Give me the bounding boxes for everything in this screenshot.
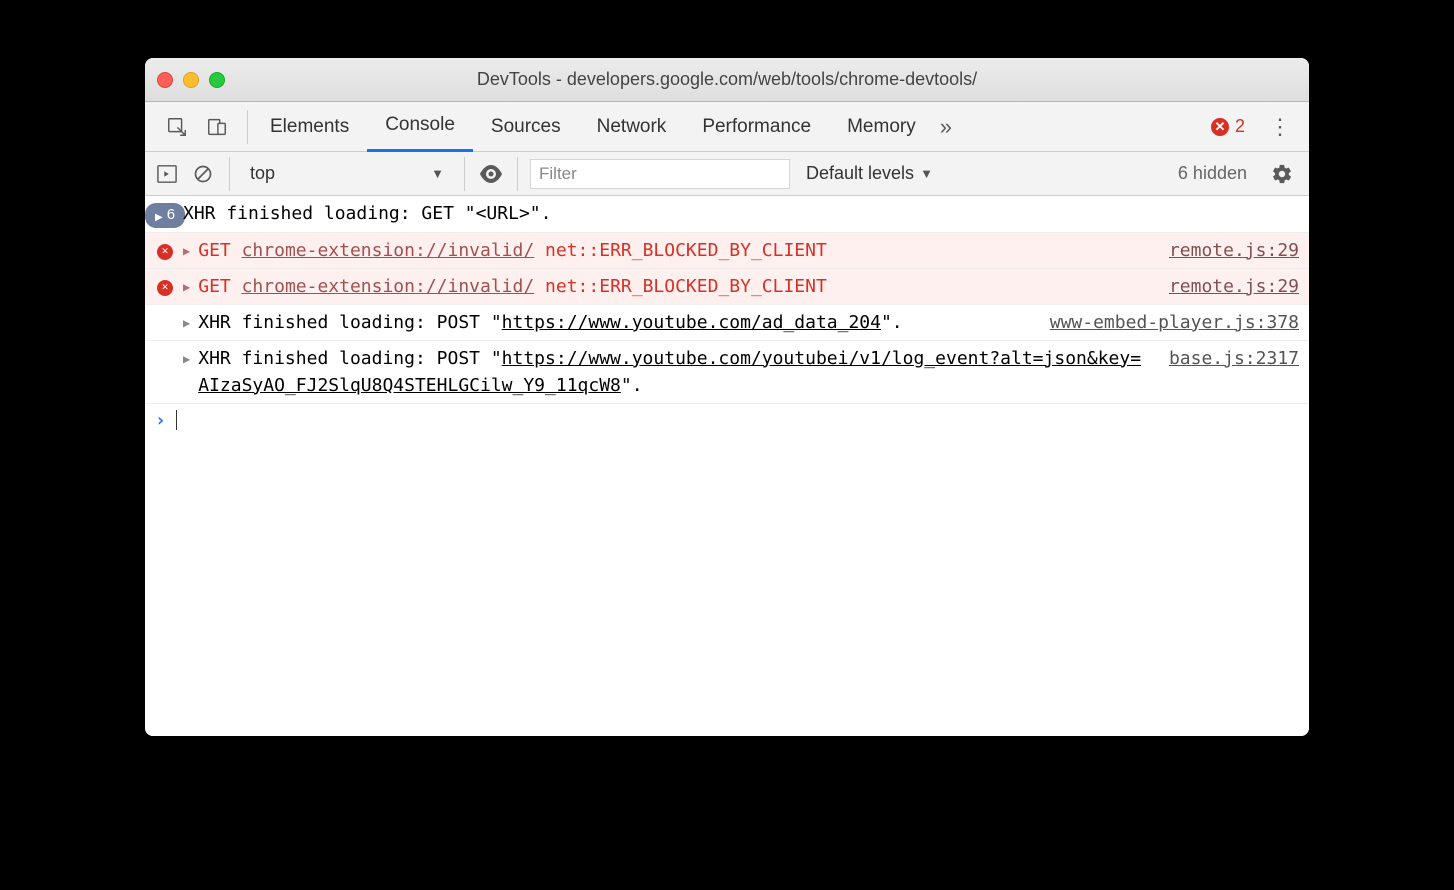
minimize-window-button[interactable] (183, 72, 199, 88)
panel-tabbar: Elements Console Sources Network Perform… (145, 102, 1309, 152)
source-link[interactable]: www-embed-player.js:378 (1050, 309, 1299, 336)
console-error-message[interactable]: ✕ ▶ GET chrome-extension://invalid/ net:… (145, 269, 1309, 305)
separator (517, 157, 518, 191)
request-url[interactable]: https://www.youtube.com/ad_data_204 (502, 312, 881, 333)
levels-label: Default levels (806, 163, 914, 184)
error-count: 2 (1235, 116, 1245, 137)
error-code: net::ERR_BLOCKED_BY_CLIENT (545, 240, 827, 261)
separator (464, 157, 465, 191)
console-log-message[interactable]: ▶ XHR finished loading: POST "https://ww… (145, 341, 1309, 404)
show-console-sidebar-icon[interactable] (153, 160, 181, 188)
expand-triangle-icon: ▶ (155, 205, 163, 225)
tabs-overflow-icon[interactable]: » (940, 114, 952, 140)
window-title: DevTools - developers.google.com/web/too… (145, 69, 1309, 90)
prompt-caret-icon: › (155, 410, 166, 431)
filter-input[interactable] (530, 159, 790, 189)
tab-sources[interactable]: Sources (473, 102, 579, 152)
settings-menu-icon[interactable]: ⋮ (1257, 114, 1303, 140)
http-method: GET (198, 276, 231, 297)
console-settings-icon[interactable] (1263, 163, 1301, 185)
console-prompt[interactable]: › (145, 404, 1309, 437)
error-icon: ✕ (157, 280, 173, 296)
log-prefix: XHR finished loading: POST " (198, 348, 501, 369)
request-url[interactable]: chrome-extension://invalid/ (242, 240, 535, 261)
log-suffix: ". (621, 375, 643, 396)
chevron-down-icon: ▼ (431, 166, 444, 181)
zoom-window-button[interactable] (209, 72, 225, 88)
console-output: ▶ 6 XHR finished loading: GET "<URL>". ✕… (145, 196, 1309, 736)
console-toolbar: top ▼ Default levels ▼ 6 hidden (145, 152, 1309, 196)
repeat-count-pill: ▶ 6 (145, 203, 185, 228)
tab-console[interactable]: Console (367, 102, 473, 152)
live-expression-icon[interactable] (477, 160, 505, 188)
error-icon: ✕ (1211, 118, 1229, 136)
http-method: GET (198, 240, 231, 261)
console-log-message[interactable]: ▶ XHR finished loading: POST "https://ww… (145, 305, 1309, 341)
device-toolbar-icon[interactable] (203, 113, 231, 141)
expand-triangle-icon: ▶ (183, 237, 190, 260)
titlebar: DevTools - developers.google.com/web/too… (145, 58, 1309, 102)
separator (247, 110, 248, 144)
chevron-down-icon: ▼ (920, 166, 933, 181)
tab-elements[interactable]: Elements (252, 102, 367, 152)
separator (229, 157, 230, 191)
error-code: net::ERR_BLOCKED_BY_CLIENT (545, 276, 827, 297)
context-label: top (250, 163, 275, 184)
tab-memory[interactable]: Memory (829, 102, 934, 152)
message-text: XHR finished loading: GET "<URL>". (183, 200, 1299, 227)
request-url[interactable]: chrome-extension://invalid/ (242, 276, 535, 297)
log-prefix: XHR finished loading: POST " (198, 312, 501, 333)
console-message-grouped[interactable]: ▶ 6 XHR finished loading: GET "<URL>". (145, 196, 1309, 233)
expand-triangle-icon: ▶ (183, 309, 190, 332)
close-window-button[interactable] (157, 72, 173, 88)
tab-network[interactable]: Network (579, 102, 685, 152)
traffic-lights (157, 72, 225, 88)
execution-context-selector[interactable]: top ▼ (242, 159, 452, 189)
clear-console-icon[interactable] (189, 160, 217, 188)
pill-count: 6 (167, 204, 175, 227)
log-suffix: ". (881, 312, 903, 333)
source-link[interactable]: remote.js:29 (1169, 273, 1299, 300)
text-cursor (176, 410, 177, 430)
expand-triangle-icon: ▶ (183, 345, 190, 368)
inspect-element-icon[interactable] (163, 113, 191, 141)
source-link[interactable]: base.js:2317 (1169, 345, 1299, 372)
tab-performance[interactable]: Performance (684, 102, 829, 152)
hidden-messages-count[interactable]: 6 hidden (1170, 163, 1255, 184)
expand-triangle-icon: ▶ (183, 273, 190, 296)
error-count-badge[interactable]: ✕ 2 (1211, 116, 1245, 137)
devtools-window: DevTools - developers.google.com/web/too… (145, 58, 1309, 736)
console-error-message[interactable]: ✕ ▶ GET chrome-extension://invalid/ net:… (145, 233, 1309, 269)
source-link[interactable]: remote.js:29 (1169, 237, 1299, 264)
error-icon: ✕ (157, 244, 173, 260)
log-levels-selector[interactable]: Default levels ▼ (798, 163, 941, 184)
